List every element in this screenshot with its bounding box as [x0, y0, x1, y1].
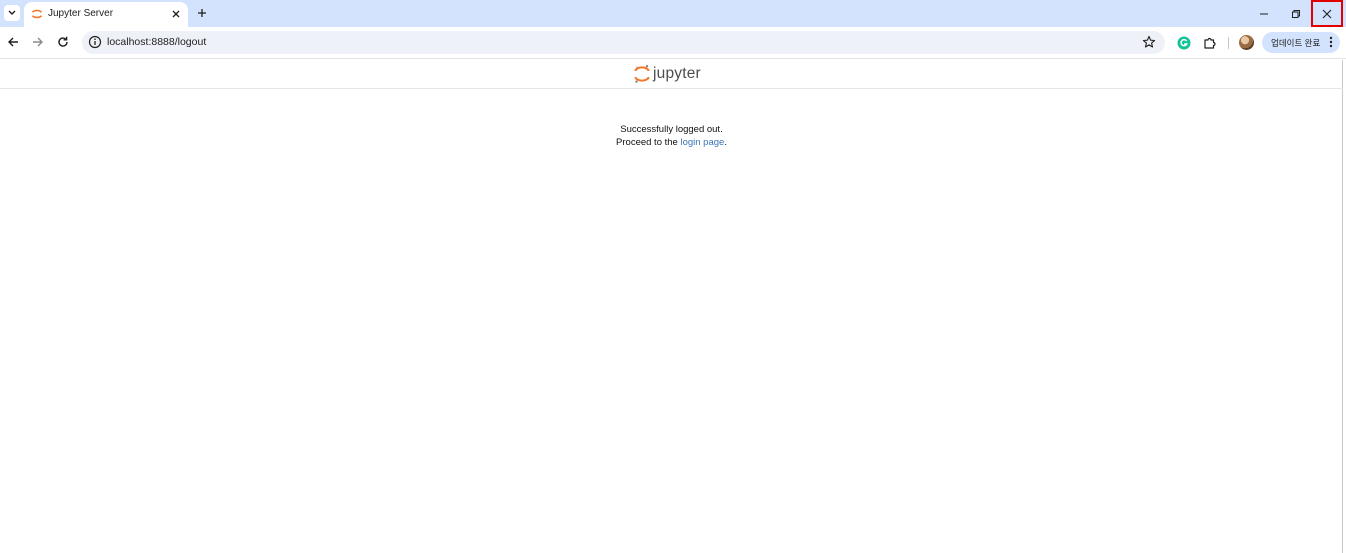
arrow-left-icon: [8, 37, 18, 47]
address-bar[interactable]: localhost:8888/logout: [82, 31, 1165, 54]
jupyter-logo-icon: [634, 65, 650, 83]
logout-message: Successfully logged out. Proceed to the …: [0, 123, 1343, 149]
back-button[interactable]: [5, 34, 21, 50]
logout-status-text: Successfully logged out.: [620, 124, 723, 135]
star-icon[interactable]: [1142, 35, 1156, 49]
tab-title: Jupyter Server: [48, 8, 114, 19]
restore-icon: [1292, 9, 1300, 18]
restore-button[interactable]: [1279, 0, 1313, 27]
minimize-icon: [1260, 13, 1268, 14]
tab-close-button[interactable]: [168, 6, 184, 22]
arrow-right-icon: [33, 37, 43, 47]
login-page-link[interactable]: login page: [680, 137, 724, 148]
close-icon: [172, 10, 180, 18]
browser-toolbar: localhost:8888/logout 업데이트 완료: [0, 27, 1346, 59]
avatar[interactable]: [1239, 35, 1254, 50]
new-tab-button[interactable]: [194, 5, 210, 21]
login-prompt-suffix: .: [724, 137, 727, 148]
jupyter-logo[interactable]: jupyter: [634, 63, 701, 85]
info-icon[interactable]: [88, 35, 102, 49]
reload-button[interactable]: [55, 34, 71, 50]
chevron-down-icon: [8, 10, 16, 15]
jupyter-icon: [31, 9, 43, 19]
menu-button[interactable]: [1328, 35, 1334, 49]
page-viewport: jupyter Successfully logged out. Proceed…: [0, 60, 1343, 553]
close-window-button[interactable]: [1311, 0, 1343, 27]
jupyter-logo-text: jupyter: [653, 65, 701, 82]
login-prompt: Proceed to the login page.: [0, 136, 1343, 149]
grammarly-icon: [1177, 36, 1191, 50]
tab-search-button[interactable]: [4, 5, 20, 21]
tab-strip: Jupyter Server: [0, 0, 1346, 27]
login-prompt-prefix: Proceed to the: [616, 137, 681, 148]
url-text[interactable]: localhost:8888/logout: [107, 36, 206, 48]
toolbar-divider: [1228, 37, 1229, 49]
puzzle-icon: [1204, 37, 1216, 49]
minimize-button[interactable]: [1247, 0, 1281, 27]
forward-button[interactable]: [30, 34, 46, 50]
tab-jupyter-server[interactable]: Jupyter Server: [24, 2, 188, 27]
close-icon: [1322, 9, 1332, 18]
jupyter-header: jupyter: [0, 60, 1343, 89]
more-vert-icon: [1329, 36, 1333, 48]
grammarly-extension-button[interactable]: [1176, 35, 1192, 51]
update-label: 업데이트 완료: [1271, 38, 1321, 48]
extensions-button[interactable]: [1202, 35, 1218, 51]
reload-icon: [58, 36, 68, 47]
update-button[interactable]: 업데이트 완료: [1262, 32, 1340, 53]
plus-icon: [198, 9, 206, 17]
